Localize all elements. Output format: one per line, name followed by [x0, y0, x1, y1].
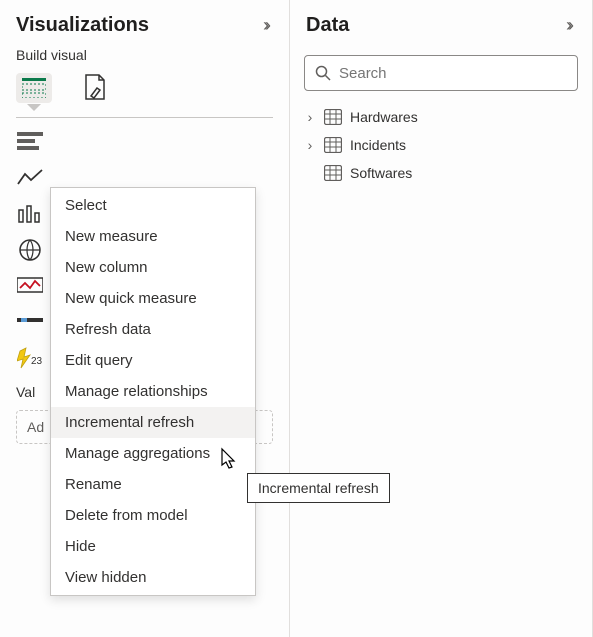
context-menu-item[interactable]: Rename [51, 469, 255, 500]
data-header: Data ›› [290, 0, 592, 43]
context-menu-item[interactable]: Refresh data [51, 314, 255, 345]
visualizations-header: Visualizations ›› [0, 0, 289, 43]
table-icon [324, 109, 342, 125]
table-name-label: Hardwares [350, 109, 418, 125]
ribbon-chart-icon[interactable] [16, 202, 44, 226]
context-menu-item[interactable]: New measure [51, 221, 255, 252]
format-visual-tab[interactable] [78, 73, 114, 103]
gauge-icon[interactable] [16, 274, 44, 298]
context-menu-item[interactable]: Hide [51, 531, 255, 562]
table-name-label: Incidents [350, 137, 406, 153]
context-menu-item[interactable]: New column [51, 252, 255, 283]
context-menu-item[interactable]: Delete from model [51, 500, 255, 531]
collapse-viz-pane-button[interactable]: ›› [263, 15, 273, 36]
table-visual-icon [22, 78, 46, 98]
tables-list: › Hardwares › Incidents Softwares [290, 101, 592, 187]
table-icon [324, 137, 342, 153]
context-menu-item[interactable]: Select [51, 190, 255, 221]
build-visual-label: Build visual [0, 43, 289, 71]
powerapps-icon[interactable]: 23 [16, 346, 44, 370]
mouse-cursor-icon [218, 447, 238, 471]
table-row[interactable]: Softwares [298, 159, 588, 187]
context-menu-item[interactable]: View hidden [51, 562, 255, 593]
data-title: Data [306, 14, 349, 37]
data-pane: Data ›› › Hardwares › Incidents [290, 0, 593, 637]
context-menu-item[interactable]: Incremental refresh [51, 407, 255, 438]
context-menu: SelectNew measureNew columnNew quick mea… [50, 187, 256, 596]
chevron-right-icon: › [304, 109, 316, 125]
search-icon [315, 65, 331, 81]
tooltip: Incremental refresh [247, 473, 390, 503]
context-menu-item[interactable]: New quick measure [51, 283, 255, 314]
svg-text:23: 23 [31, 356, 43, 367]
visualizations-title: Visualizations [16, 14, 149, 37]
line-chart-icon[interactable] [16, 166, 44, 190]
chevron-right-icon: › [304, 137, 316, 153]
context-menu-item[interactable]: Edit query [51, 345, 255, 376]
table-row[interactable]: › Hardwares [298, 103, 588, 131]
format-page-icon [83, 74, 109, 102]
search-input[interactable] [339, 65, 567, 82]
search-box[interactable] [304, 55, 578, 91]
stacked-bar-icon[interactable] [16, 130, 44, 154]
map-icon[interactable] [16, 238, 44, 262]
build-visual-tabs [0, 71, 289, 107]
table-row[interactable]: › Incidents [298, 131, 588, 159]
table-icon [324, 165, 342, 181]
viz-divider [16, 117, 273, 118]
add-fields-placeholder: Ad [27, 419, 44, 435]
tooltip-text: Incremental refresh [258, 480, 379, 496]
chevron-right-icon [304, 165, 316, 181]
build-visual-tab[interactable] [16, 73, 52, 103]
table-name-label: Softwares [350, 165, 412, 181]
collapse-data-pane-button[interactable]: ›› [566, 15, 576, 36]
slicer-icon[interactable] [16, 310, 44, 334]
context-menu-item[interactable]: Manage relationships [51, 376, 255, 407]
